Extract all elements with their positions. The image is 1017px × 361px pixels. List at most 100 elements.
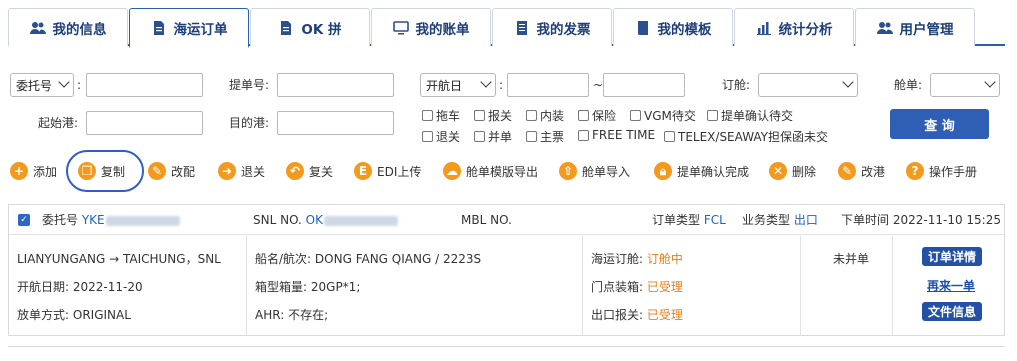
toolbar-label: 改港 [861, 164, 886, 179]
manual-button[interactable]: ? 操作手册 [906, 160, 977, 182]
booking-select[interactable] [758, 73, 858, 97]
toolbar-label: 舱单导入 [582, 164, 631, 179]
reorder-link[interactable]: 再来一单 [927, 277, 975, 294]
container: 箱型箱量: 20GP*1; [255, 278, 360, 295]
checkbox-insurance[interactable]: 保险 [578, 107, 616, 124]
tab-my-invoices[interactable]: 我的发票 [492, 8, 612, 46]
toolbar-label: 添加 [33, 164, 58, 179]
checkbox-telex[interactable]: TELEX/SEAWAY担保函未交 [664, 128, 828, 145]
customs-status: 出口报关: 已受理 [591, 306, 683, 323]
tab-ok-pin[interactable]: OK 拼 [250, 8, 370, 46]
checkbox-label: FREE TIME [592, 128, 656, 142]
checkbox-inner-loading[interactable]: 内装 [526, 107, 564, 124]
toolbar-label: 删除 [792, 164, 817, 179]
date-type-value: 开航日 [426, 78, 463, 93]
tab-my-bills[interactable]: 我的账单 [371, 8, 491, 46]
pod-label: 目的港: [229, 116, 270, 130]
date-to-input[interactable] [603, 73, 685, 97]
merge-column: 未并单 [801, 236, 893, 336]
order-card-header: ✓ 委托号 YKE SNL NO. OK MBL NO. 订单类型 FCL 业务… [9, 205, 1004, 235]
checkbox-box[interactable] [578, 110, 589, 121]
checkbox-box[interactable] [474, 131, 485, 142]
toolbar-label: 操作手册 [929, 164, 978, 179]
tab-statistics[interactable]: 统计分析 [734, 8, 854, 46]
container-value: 20GP*1; [310, 280, 361, 294]
sail-date-label: 开航日期: [17, 280, 70, 294]
tab-sea-orders[interactable]: 海运订单 [129, 8, 249, 48]
tab-user-management[interactable]: 用户管理 [855, 8, 975, 46]
mbl-label: MBL NO. [461, 213, 512, 227]
reassign-button[interactable]: ✎ 改配 [148, 160, 195, 182]
plus-icon: + [10, 162, 28, 180]
edit-icon: ✎ [838, 162, 856, 180]
book-icon [637, 20, 648, 35]
date-separator: ~ [593, 78, 604, 92]
checkbox-label: 并单 [488, 130, 513, 144]
booking-status-label: 海运订舱: [591, 252, 644, 266]
checkbox-customs[interactable]: 报关 [474, 107, 512, 124]
order-checkbox[interactable]: ✓ [18, 214, 30, 226]
tab-my-info[interactable]: 我的信息 [8, 8, 128, 46]
checkbox-trailer[interactable]: 拖车 [422, 107, 460, 124]
chevron-down-icon [984, 76, 996, 88]
release-value: ORIGINAL [72, 308, 131, 322]
order-time-value: 2022-11-10 15:25 [892, 213, 1001, 227]
checkbox-shutout[interactable]: 退关 [422, 128, 460, 145]
checkbox-vgm[interactable]: VGM待交 [630, 107, 696, 124]
order-detail-button[interactable]: 订单详情 [922, 247, 982, 266]
entrust-type-select[interactable]: 委托号 [10, 73, 74, 97]
checkbox-box[interactable] [578, 129, 589, 141]
checkbox-master[interactable]: 主票 [526, 128, 564, 145]
pol-label: 起始港: [38, 116, 79, 130]
checkbox-box[interactable] [422, 131, 433, 142]
undo-icon: ↶ [286, 162, 304, 180]
vessel: 船名/航次: DONG FANG QIANG / 2223S [255, 250, 481, 267]
checkbox-merge[interactable]: 并单 [474, 128, 512, 145]
add-button[interactable]: + 添加 [10, 160, 57, 182]
checkbox-box[interactable] [664, 131, 675, 142]
manifest-import-button[interactable]: ⇧ 舱单导入 [559, 160, 630, 182]
manifest-export-button[interactable]: ☁ 舱单模版导出 [443, 160, 538, 182]
delete-button[interactable]: ✕ 删除 [769, 160, 816, 182]
checkbox-box[interactable] [630, 110, 641, 121]
tab-label: 我的信息 [52, 21, 107, 38]
biz-type: 业务类型 出口 [742, 205, 818, 235]
query-button[interactable]: 查 询 [890, 109, 989, 139]
pod-input[interactable] [277, 111, 394, 135]
help-icon: ? [906, 162, 924, 180]
bar-chart-icon [756, 21, 771, 35]
file-info-button[interactable]: 文件信息 [922, 302, 982, 321]
toolbar-label: 复制 [101, 164, 126, 179]
pol-input[interactable] [86, 111, 203, 135]
cabin-select[interactable] [930, 73, 1000, 97]
door-status: 门点装箱: 已受理 [591, 278, 683, 295]
bl-confirm-button[interactable]: 🔒︎ 提单确认完成 [654, 160, 749, 182]
date-type-select[interactable]: 开航日 [420, 73, 496, 97]
checkbox-box[interactable] [422, 110, 433, 121]
checkbox-label: 报关 [488, 109, 513, 123]
entrust-no-input[interactable] [86, 73, 203, 97]
bill-no-input[interactable] [277, 73, 394, 97]
container-label: 箱型箱量: [255, 280, 308, 294]
date-colon: : [499, 78, 504, 92]
tab-label: 用户管理 [899, 21, 954, 38]
checkbox-free-time[interactable]: FREE TIME [578, 128, 655, 142]
reopen-button[interactable]: ↶ 复关 [286, 160, 333, 182]
checkbox-box[interactable] [526, 110, 537, 121]
entrust-value[interactable]: YKE [82, 213, 105, 227]
toolbar-label: 改配 [171, 164, 196, 179]
tab-my-templates[interactable]: 我的模板 [613, 8, 733, 46]
edi-upload-button[interactable]: E EDI上传 [354, 160, 421, 182]
status-column: 海运订舱: 订舱中 门点装箱: 已受理 出口报关: 已受理 [583, 236, 801, 336]
change-port-button[interactable]: ✎ 改港 [838, 160, 885, 182]
shutout-button[interactable]: ➜ 退关 [218, 160, 265, 182]
checkbox-box[interactable] [474, 110, 485, 121]
date-from-input[interactable] [507, 73, 589, 97]
close-icon: ✕ [769, 162, 787, 180]
checkbox-box[interactable] [526, 131, 537, 142]
checkbox-box[interactable] [707, 110, 718, 121]
order-type-value: FCL [703, 213, 726, 227]
sail-date-value: 2022-11-20 [72, 280, 143, 294]
checkbox-bl-confirm[interactable]: 提单确认待交 [707, 107, 793, 124]
copy-button[interactable]: ❐ 复制 [78, 160, 125, 182]
